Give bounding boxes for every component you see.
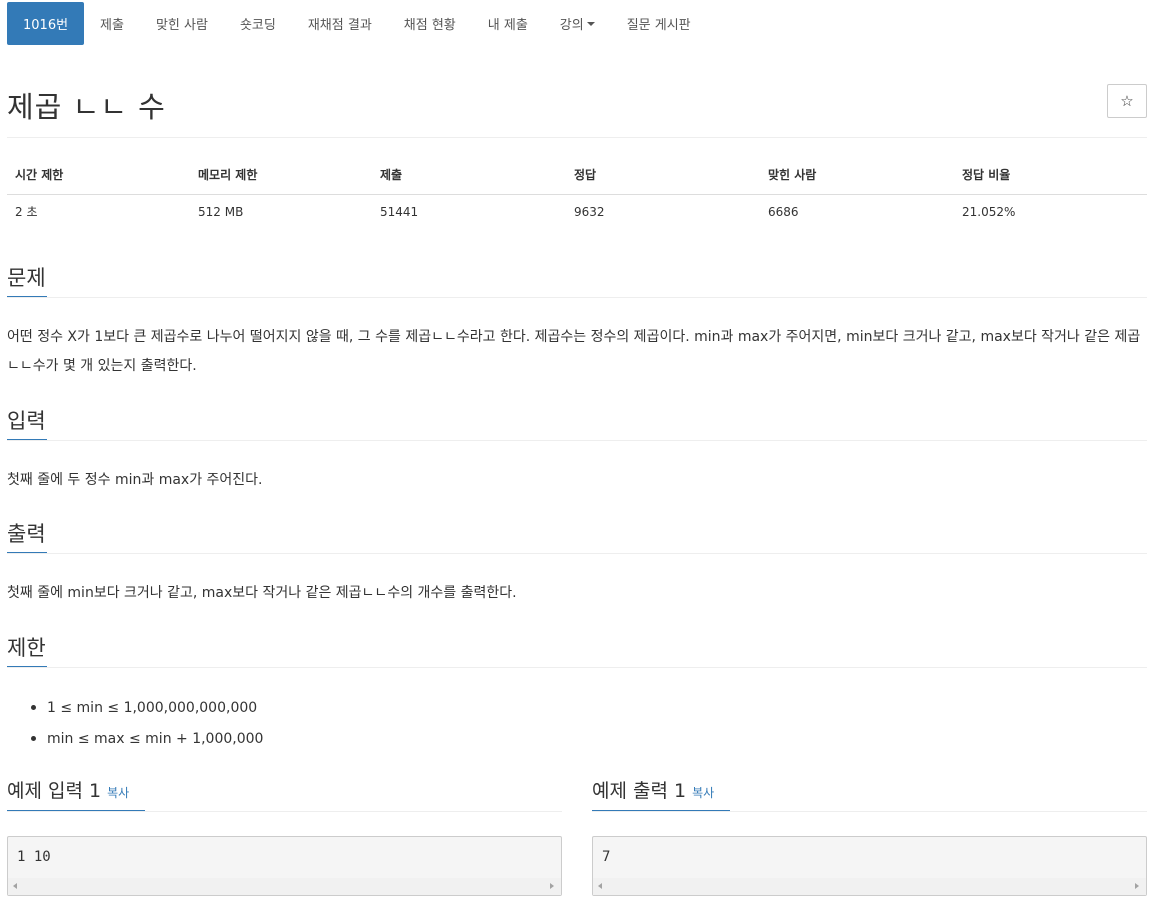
section-rule-limits bbox=[7, 667, 1147, 668]
tab-question-board[interactable]: 질문 게시판 bbox=[611, 2, 707, 45]
limit-item: 1 ≤ min ≤ 1,000,000,000,000 bbox=[30, 696, 263, 727]
scroll-right-arrow-icon[interactable] bbox=[550, 883, 554, 889]
tab-lectures-label: 강의 bbox=[559, 18, 584, 33]
scroll-right-arrow-icon[interactable] bbox=[1135, 883, 1139, 889]
section-rule-output bbox=[7, 553, 1147, 554]
tab-solved-users[interactable]: 맞힌 사람 bbox=[140, 2, 224, 45]
description-text: 어떤 정수 X가 1보다 큰 제곱수로 나누어 떨어지지 않을 때, 그 수를 … bbox=[7, 329, 1141, 374]
sample-input-rule bbox=[7, 811, 562, 812]
section-title-output: 출력 bbox=[7, 522, 46, 546]
sample-input-scrollbar[interactable] bbox=[8, 878, 561, 895]
tab-submit[interactable]: 제출 bbox=[84, 2, 140, 45]
header-accept-ratio: 정답 비율 bbox=[954, 158, 1147, 195]
sample-input-box: 1 10 bbox=[7, 836, 562, 896]
sample-output-box: 7 bbox=[592, 836, 1147, 896]
output-text: 첫째 줄에 min보다 크거나 같고, max보다 작거나 같은 제곱ㄴㄴ수의 … bbox=[7, 585, 517, 601]
scroll-left-arrow-icon[interactable] bbox=[13, 883, 17, 889]
caret-down-icon bbox=[586, 21, 595, 26]
header-memory-limit: 메모리 제한 bbox=[190, 158, 372, 195]
value-memory-limit: 512 MB bbox=[198, 204, 244, 219]
copy-sample-input-button[interactable]: 복사 bbox=[107, 786, 129, 800]
header-time-limit: 시간 제한 bbox=[7, 158, 190, 195]
tab-judge-status[interactable]: 채점 현황 bbox=[388, 2, 472, 45]
sample-output-content: 7 bbox=[602, 849, 611, 865]
limit-item: min ≤ max ≤ min + 1,000,000 bbox=[30, 727, 263, 758]
sample-output-heading: 예제 출력 1 복사 bbox=[592, 776, 714, 803]
section-rule-input bbox=[7, 440, 1147, 441]
scroll-left-arrow-icon[interactable] bbox=[598, 883, 602, 889]
star-icon: ☆ bbox=[1120, 92, 1134, 110]
section-title-limits: 제한 bbox=[7, 636, 46, 660]
value-accepted: 9632 bbox=[574, 204, 605, 219]
problem-title: 제곱 ㄴㄴ 수 bbox=[7, 90, 166, 124]
problem-nav-tabs: 1016번 제출 맞힌 사람 숏코딩 재채점 결과 채점 현황 내 제출 강의 … bbox=[7, 2, 707, 45]
tab-short-coding[interactable]: 숏코딩 bbox=[224, 2, 292, 45]
value-time-limit: 2 초 bbox=[15, 205, 38, 220]
sample-output-title: 예제 출력 1 bbox=[592, 780, 687, 802]
value-submissions: 51441 bbox=[380, 204, 419, 219]
value-accept-ratio: 21.052% bbox=[962, 204, 1016, 219]
section-title-description: 문제 bbox=[7, 266, 46, 290]
tab-lectures-dropdown[interactable]: 강의 bbox=[544, 2, 611, 45]
section-title-input: 입력 bbox=[7, 409, 46, 433]
sample-output-scrollbar[interactable] bbox=[593, 878, 1146, 895]
sample-input-title: 예제 입력 1 bbox=[7, 780, 102, 802]
limits-list: 1 ≤ min ≤ 1,000,000,000,000 min ≤ max ≤ … bbox=[30, 696, 263, 758]
problem-info-table: 시간 제한 메모리 제한 제출 정답 맞힌 사람 정답 비율 2 초 512 M… bbox=[7, 158, 1147, 229]
favorite-star-button[interactable]: ☆ bbox=[1107, 84, 1147, 118]
header-submissions: 제출 bbox=[372, 158, 566, 195]
tab-problem[interactable]: 1016번 bbox=[7, 2, 85, 45]
input-text: 첫째 줄에 두 정수 min과 max가 주어진다. bbox=[7, 472, 263, 488]
section-rule-description bbox=[7, 297, 1147, 298]
sample-input-heading: 예제 입력 1 복사 bbox=[7, 776, 129, 803]
sample-output-rule bbox=[592, 811, 1147, 812]
info-header-row: 시간 제한 메모리 제한 제출 정답 맞힌 사람 정답 비율 bbox=[7, 158, 1147, 195]
tab-my-submissions[interactable]: 내 제출 bbox=[472, 2, 544, 45]
copy-sample-output-button[interactable]: 복사 bbox=[692, 786, 714, 800]
header-solved-users: 맞힌 사람 bbox=[760, 158, 954, 195]
tab-rejudge-results[interactable]: 재채점 결과 bbox=[292, 2, 388, 45]
info-value-row: 2 초 512 MB 51441 9632 6686 21.052% bbox=[7, 194, 1147, 229]
title-divider bbox=[7, 137, 1147, 138]
header-accepted: 정답 bbox=[566, 158, 760, 195]
value-solved-users: 6686 bbox=[768, 204, 799, 219]
sample-input-content: 1 10 bbox=[17, 849, 51, 865]
